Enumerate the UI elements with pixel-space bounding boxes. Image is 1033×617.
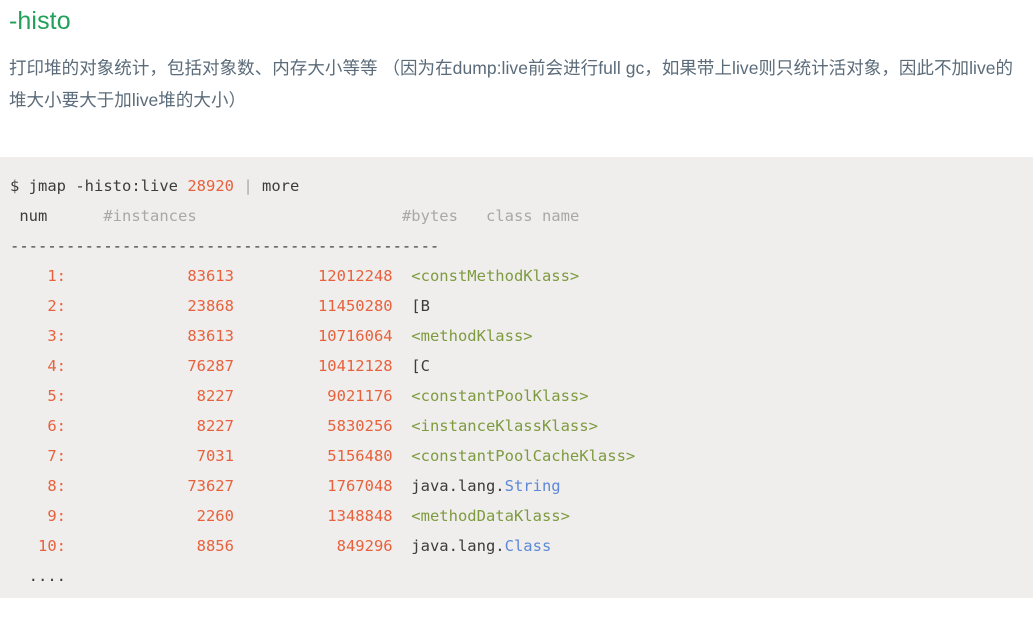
row-instances: 8227 xyxy=(66,387,234,405)
row-bytes: 5156480 xyxy=(233,447,393,465)
pipe-symbol: | xyxy=(234,177,262,195)
row-class-name: [C xyxy=(411,357,430,375)
row-bytes: 11450280 xyxy=(233,297,393,315)
row-instances: 83613 xyxy=(66,267,234,285)
row-bytes: 849296 xyxy=(233,537,393,555)
row-index: 9: xyxy=(10,507,66,525)
row-class-name: <constMethodKlass> xyxy=(411,267,580,285)
row-bytes: 5830256 xyxy=(233,417,393,435)
output-truncated-ellipsis: .... xyxy=(10,567,66,585)
terminal-code-block[interactable]: $ jmap -histo:live 28920 | more num #ins… xyxy=(0,157,1033,598)
shell-prompt: $ xyxy=(10,177,20,195)
row-bytes: 1348848 xyxy=(233,507,393,525)
process-id: 28920 xyxy=(187,177,234,195)
row-class-name: <constantPoolKlass> xyxy=(411,387,589,405)
separator-rule: ----------------------------------------… xyxy=(10,237,440,255)
row-index: 2: xyxy=(10,297,66,315)
row-bytes: 10412128 xyxy=(233,357,393,375)
terminal-output: $ jmap -histo:live 28920 | more num #ins… xyxy=(10,171,1033,591)
row-class-name: <constantPoolCacheKlass> xyxy=(411,447,636,465)
row-index: 1: xyxy=(10,267,66,285)
row-index: 4: xyxy=(10,357,66,375)
row-index: 6: xyxy=(10,417,66,435)
page-title: -histo xyxy=(9,7,71,35)
column-header-instances: #instances xyxy=(103,207,402,225)
column-header-bytes: #bytes xyxy=(401,207,486,225)
row-class-name: Class xyxy=(504,537,552,555)
row-index: 10: xyxy=(10,537,66,555)
row-bytes: 10716064 xyxy=(233,327,393,345)
row-class-name: String xyxy=(504,477,561,495)
row-bytes: 1767048 xyxy=(233,477,393,495)
article-page: -histo 打印堆的对象统计，包括对象数、内存大小等等 （因为在dump:li… xyxy=(0,0,1033,617)
column-header-class-name: class name xyxy=(485,207,580,225)
row-bytes: 9021176 xyxy=(233,387,393,405)
row-class-name: <methodDataKlass> xyxy=(411,507,570,525)
row-class-name: <instanceKlassKlass> xyxy=(411,417,598,435)
row-index: 7: xyxy=(10,447,66,465)
row-class-name: [B xyxy=(411,297,430,315)
row-instances: 83613 xyxy=(66,327,234,345)
row-instances: 8856 xyxy=(66,537,234,555)
row-instances: 76287 xyxy=(66,357,234,375)
row-index: 5: xyxy=(10,387,66,405)
row-instances: 73627 xyxy=(66,477,234,495)
row-index: 3: xyxy=(10,327,66,345)
row-instances: 23868 xyxy=(66,297,234,315)
column-header-num: num xyxy=(10,207,104,225)
description-paragraph: 打印堆的对象统计，包括对象数、内存大小等等 （因为在dump:live前会进行f… xyxy=(9,58,1014,110)
row-instances: 7031 xyxy=(66,447,234,465)
pager-command: more xyxy=(262,177,300,195)
row-instances: 8227 xyxy=(66,417,234,435)
row-bytes: 12012248 xyxy=(233,267,393,285)
row-class-name: <methodKlass> xyxy=(411,327,533,345)
shell-command: jmap -histo:live xyxy=(19,177,188,195)
row-class-package: java.lang. xyxy=(411,537,505,555)
row-index: 8: xyxy=(10,477,66,495)
row-class-package: java.lang. xyxy=(411,477,505,495)
row-instances: 2260 xyxy=(66,507,234,525)
